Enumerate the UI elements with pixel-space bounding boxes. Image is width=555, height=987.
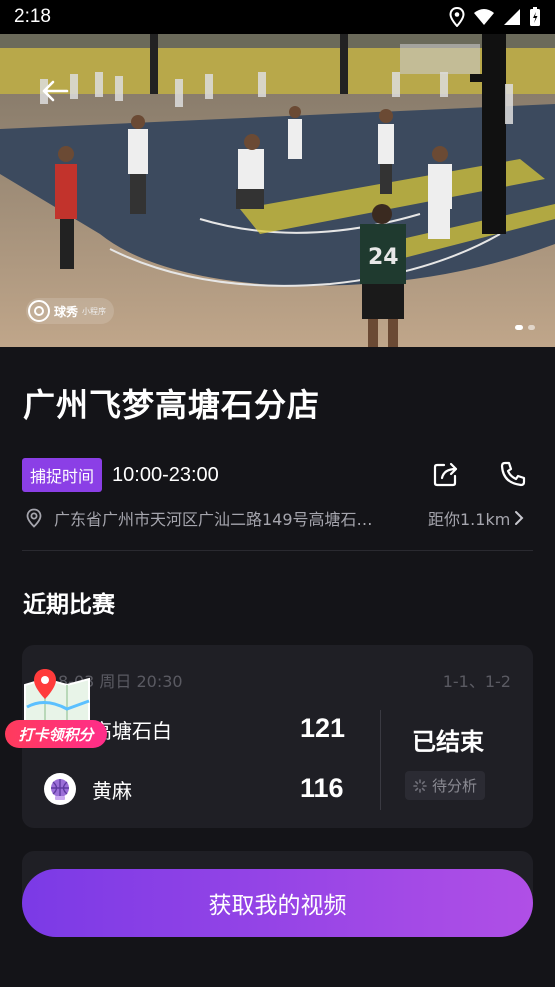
player-number: 24 bbox=[368, 245, 399, 270]
team-row-2: 黄麻 bbox=[44, 773, 132, 805]
share-button[interactable] bbox=[432, 460, 460, 488]
carousel-dot-active bbox=[515, 325, 523, 330]
phone-icon bbox=[500, 461, 526, 487]
match-status: 已结束 bbox=[412, 728, 484, 756]
get-my-video-button[interactable]: 获取我的视频 bbox=[22, 869, 533, 937]
team-score-1: 121 bbox=[300, 713, 346, 743]
map-pin-icon bbox=[24, 669, 90, 727]
team-score-2: 116 bbox=[300, 773, 344, 803]
back-button[interactable] bbox=[38, 74, 72, 108]
card-divider bbox=[380, 710, 381, 810]
location-pin-icon bbox=[26, 508, 42, 528]
hours-tag: 捕捉时间 bbox=[22, 458, 103, 492]
watermark-name: 球秀 bbox=[54, 304, 79, 319]
checkin-badge[interactable]: 打卡领积分 bbox=[5, 667, 107, 751]
status-icons bbox=[449, 7, 541, 27]
store-name: 广州飞梦高塘石分店 bbox=[23, 386, 321, 424]
address-row[interactable]: 广东省广州市天河区广汕二路149号高塘石… 距你1.1km bbox=[24, 506, 534, 530]
wifi-icon bbox=[474, 9, 494, 25]
address-text: 广东省广州市天河区广汕二路149号高塘石… bbox=[54, 510, 373, 529]
battery-icon bbox=[530, 7, 540, 26]
team-name-2: 黄麻 bbox=[92, 778, 132, 803]
phone-button[interactable] bbox=[499, 460, 527, 488]
section-title-recent-matches: 近期比赛 bbox=[23, 592, 115, 618]
store-detail-page: 2:18 24 球秀 小程序 广州飞梦高塘石分店 捕捉时间 10:00-23:0… bbox=[0, 0, 555, 987]
divider bbox=[22, 550, 533, 551]
hours-text: 10:00-23:00 bbox=[112, 463, 219, 486]
carousel-dots bbox=[515, 325, 535, 330]
location-status-icon bbox=[449, 7, 465, 27]
loading-icon bbox=[413, 778, 427, 793]
analysis-label: 待分析 bbox=[432, 777, 478, 795]
carousel-dot bbox=[528, 325, 535, 330]
hours-row: 捕捉时间 10:00-23:00 bbox=[22, 458, 219, 492]
analysis-badge: 待分析 bbox=[405, 771, 486, 800]
distance-text: 距你1.1km bbox=[428, 510, 511, 529]
back-arrow-icon bbox=[42, 80, 69, 102]
team-logo bbox=[44, 773, 76, 805]
match-courts: 1-1、1-2 bbox=[442, 672, 511, 691]
watermark-sub: 小程序 bbox=[82, 306, 107, 316]
signal-icon bbox=[504, 9, 520, 25]
hero-image[interactable]: 24 球秀 小程序 bbox=[0, 34, 555, 347]
chevron-right-icon bbox=[515, 511, 524, 525]
status-time: 2:18 bbox=[14, 6, 51, 27]
watermark: 球秀 小程序 bbox=[26, 298, 115, 324]
basketball-team-icon bbox=[51, 779, 69, 800]
checkin-label: 打卡领积分 bbox=[5, 720, 107, 748]
share-icon bbox=[433, 462, 458, 487]
watermark-logo bbox=[28, 300, 50, 322]
status-bar: 2:18 bbox=[0, 0, 555, 34]
